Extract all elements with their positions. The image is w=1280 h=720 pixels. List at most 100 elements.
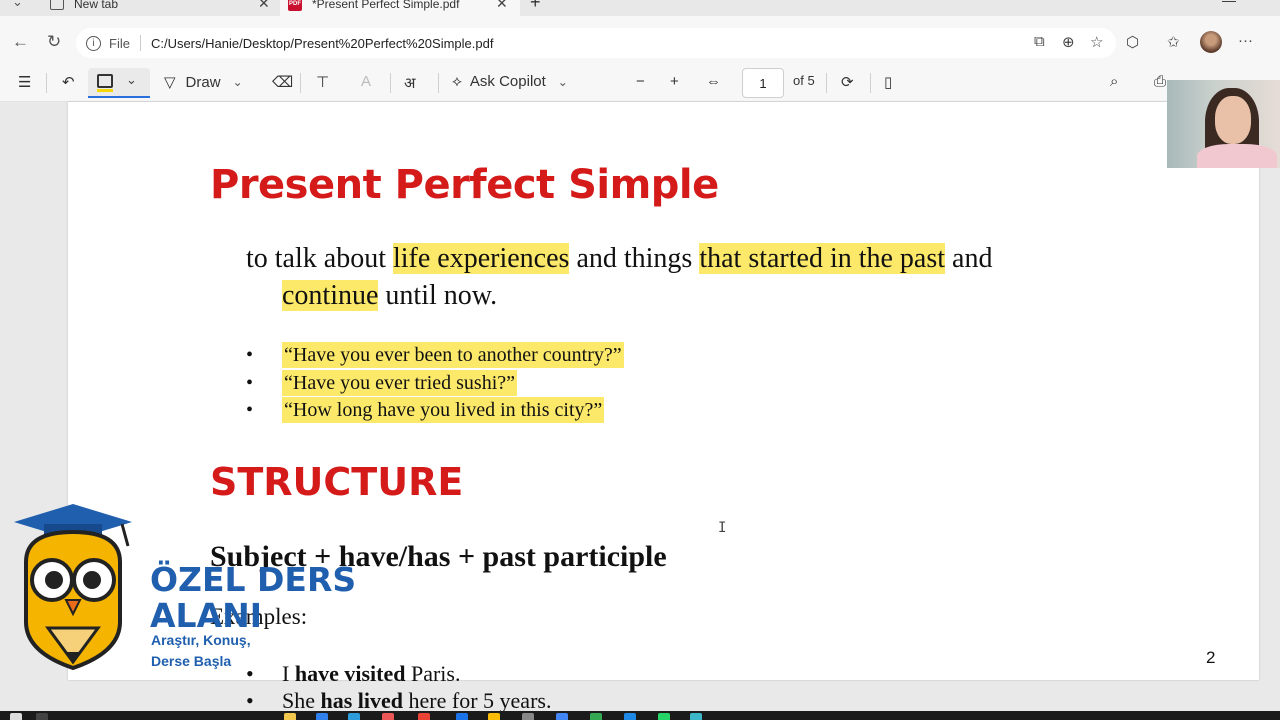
back-icon[interactable]: ← <box>12 32 29 52</box>
highlighted-text: “Have you ever been to another country?” <box>282 342 624 368</box>
divider <box>438 73 439 93</box>
question-list: “Have you ever been to another country?”… <box>246 342 624 425</box>
page-icon <box>50 0 64 10</box>
pdf-toolbar: ☰ ↶ ⌄ ▽ Draw ⌄ ⌫ ⊤ A अ ⟡ Ask Copilot ⌄ −… <box>0 64 1280 102</box>
app-icon[interactable] <box>348 713 360 720</box>
search-icon[interactable]: ⌕ <box>1110 73 1118 90</box>
favorites-icon[interactable]: ✩ <box>1167 33 1180 51</box>
app-icon[interactable] <box>316 713 328 720</box>
read-aloud-icon[interactable]: ⧉ <box>1034 33 1045 50</box>
zoom-out-icon[interactable]: − <box>636 73 645 90</box>
app-icon[interactable] <box>522 713 534 720</box>
app-icon[interactable] <box>456 713 468 720</box>
url-field[interactable]: i File C:/Users/Hanie/Desktop/Present%20… <box>76 28 1116 58</box>
app-icon[interactable] <box>284 713 296 720</box>
page-total: of 5 <box>793 73 815 88</box>
highlight-button[interactable]: ⌄ <box>88 68 150 98</box>
rotate-icon[interactable]: ⟳ <box>841 73 854 91</box>
text-cursor-icon: I <box>718 520 727 536</box>
tab-title: New tab <box>74 0 119 11</box>
tab-list-icon[interactable]: ⌄ <box>12 0 23 10</box>
tab-new-tab[interactable]: New tab ✕ <box>48 0 278 16</box>
presenter-body <box>1197 144 1277 168</box>
app-icon[interactable] <box>556 713 568 720</box>
intro-line-1: to talk about life experiences and thing… <box>246 240 1146 277</box>
app-icon[interactable] <box>590 713 602 720</box>
print-icon[interactable]: ⎙ <box>1154 73 1166 90</box>
taskbar <box>0 711 1280 720</box>
app-icon[interactable] <box>382 713 394 720</box>
highlighted-text: “How long have you lived in this city?” <box>282 397 605 423</box>
owl-logo-icon <box>14 504 132 671</box>
divider <box>300 73 301 93</box>
draw-button[interactable]: ▽ Draw ⌄ <box>164 73 243 92</box>
text-run: She <box>282 688 321 713</box>
presenter-face <box>1215 96 1251 144</box>
chevron-down-icon[interactable]: ⌄ <box>558 75 568 89</box>
tab-pdf[interactable]: PDF *Present Perfect Simple.pdf ✕ <box>280 0 520 16</box>
highlighted-text: “Have you ever tried sushi?” <box>282 369 518 396</box>
tab-title: *Present Perfect Simple.pdf <box>312 0 460 11</box>
app-icon[interactable] <box>418 713 430 720</box>
divider <box>139 35 141 51</box>
text-run: here for 5 years. <box>403 688 552 713</box>
fit-page-icon[interactable]: ⇔ <box>706 73 721 90</box>
logo-title-line-1: ÖZEL DERS <box>150 560 357 599</box>
more-icon[interactable]: ··· <box>1238 32 1253 49</box>
divider <box>46 73 47 93</box>
undo-icon[interactable]: ↶ <box>62 73 75 91</box>
browser-icon[interactable] <box>690 713 702 720</box>
new-tab-icon[interactable]: + <box>530 0 541 13</box>
list-item: She has lived here for 5 years. <box>246 687 551 714</box>
tab-strip: ⌄ New tab ✕ PDF *Present Perfect Simple.… <box>0 0 1280 16</box>
close-icon[interactable]: ✕ <box>258 0 270 12</box>
app-icon[interactable] <box>658 713 670 720</box>
chevron-down-icon[interactable]: ⌄ <box>126 72 137 88</box>
favorite-icon[interactable]: ☆ <box>1090 33 1103 51</box>
app-icon[interactable] <box>488 713 500 720</box>
draw-icon: ▽ <box>164 74 176 91</box>
logo-title-line-2: ALANI <box>150 596 263 635</box>
text-run: until now. <box>378 280 498 311</box>
text-format-icon: A <box>361 73 372 90</box>
minimize-icon[interactable]: — <box>1222 0 1236 8</box>
intro-paragraph: to talk about life experiences and thing… <box>246 240 1146 314</box>
list-item: “How long have you lived in this city?” <box>246 397 624 425</box>
text-run: Paris. <box>405 661 461 686</box>
logo-tagline-line-2: Derse Başla <box>151 653 232 669</box>
highlighted-text: continue <box>282 280 379 311</box>
logo-tagline-line-1: Araştır, Konuş, <box>151 632 251 648</box>
highlighter-icon <box>97 74 113 92</box>
chevron-down-icon[interactable]: ⌄ <box>233 75 243 89</box>
divider <box>390 73 391 93</box>
zoom-icon[interactable]: ⊕ <box>1062 33 1075 51</box>
app-icon[interactable] <box>624 713 636 720</box>
close-icon[interactable]: ✕ <box>496 0 508 12</box>
pdf-icon: PDF <box>288 0 302 11</box>
intro-line-2: continue until now. <box>246 277 1146 314</box>
webcam-overlay <box>1167 80 1280 168</box>
reload-icon[interactable]: ↻ <box>47 32 61 52</box>
page-view-icon[interactable]: ▯ <box>884 73 892 91</box>
avatar[interactable] <box>1200 31 1222 53</box>
highlighted-text: life experiences <box>392 243 570 274</box>
highlighted-text: that started in the past <box>699 243 946 274</box>
ask-copilot-button[interactable]: ⟡ Ask Copilot ⌄ <box>452 73 568 90</box>
url-text: C:/Users/Hanie/Desktop/Present%20Perfect… <box>150 35 494 51</box>
page-number-input[interactable]: 1 <box>742 68 784 98</box>
divider <box>870 73 871 93</box>
eraser-icon[interactable]: ⌫ <box>272 73 293 91</box>
translate-icon[interactable]: अ <box>404 73 415 93</box>
page-current: 1 <box>759 75 767 91</box>
extensions-icon[interactable]: ⬡ <box>1126 33 1139 51</box>
logo: ÖZEL DERS ALANI Araştır, Konuş, Derse Ba… <box>0 480 360 680</box>
text-box-icon[interactable]: ⊤ <box>316 73 329 91</box>
zoom-in-icon[interactable]: + <box>670 73 679 90</box>
divider <box>826 73 827 93</box>
start-icon[interactable] <box>10 713 22 720</box>
info-icon[interactable]: i <box>86 35 101 51</box>
contents-icon[interactable]: ☰ <box>18 73 31 91</box>
copilot-icon: ⟡ <box>452 73 462 90</box>
page-title: Present Perfect Simple <box>210 162 719 208</box>
search-icon[interactable] <box>36 713 48 720</box>
